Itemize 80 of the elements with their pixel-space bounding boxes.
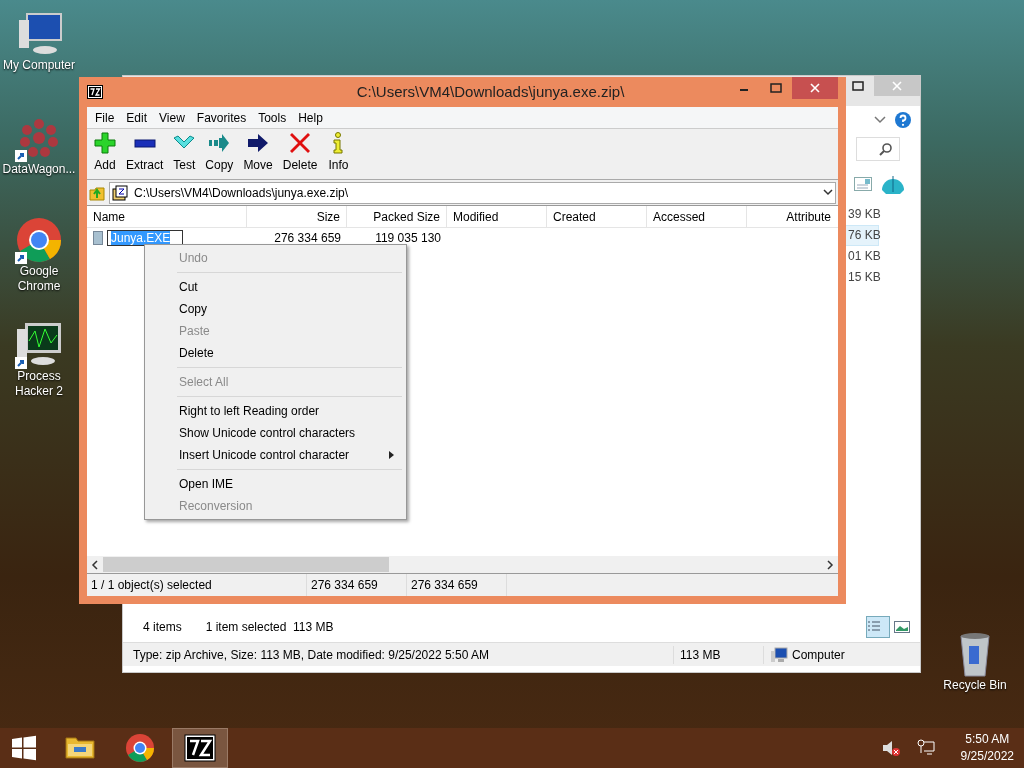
clock[interactable]: 5:50 AM 9/25/2022 — [950, 731, 1024, 765]
taskbar-app-button[interactable] — [172, 728, 228, 768]
context-menu-item[interactable]: Right to left Reading order — [147, 400, 404, 422]
desktop-icon-label[interactable]: Recycle Bin — [943, 678, 1007, 693]
details-text: Type: zip Archive, Size: 113 MB, Date modified: 9/25/2022 5:50 AM — [132, 646, 490, 664]
toolbar-button[interactable]: Copy — [202, 132, 237, 172]
clock-time: 5:50 AM — [964, 731, 1011, 748]
item-count: 4 items — [143, 619, 182, 636]
column-header[interactable]: Accessed — [647, 206, 747, 227]
toolbar-button[interactable]: Move — [240, 132, 276, 172]
desktop-icon-label[interactable]: Google Chrome — [1, 264, 77, 294]
toolbar-button[interactable]: Info — [324, 132, 353, 172]
search-icon — [879, 142, 893, 156]
menu-item[interactable]: Tools — [252, 108, 293, 127]
column-header[interactable]: Attribute — [747, 206, 837, 227]
file-icon — [93, 231, 103, 245]
chrome-shortcut-icon[interactable] — [15, 216, 63, 264]
close-icon — [810, 83, 820, 93]
status-text: 276 334 659 — [307, 574, 407, 596]
speaker-muted-icon[interactable] — [880, 739, 901, 757]
column-header[interactable]: Packed Size — [347, 206, 447, 227]
table-cell-text: 119 035 130 — [374, 230, 442, 247]
scroll-right-icon — [826, 559, 834, 570]
address-field[interactable]: C:\Users\VM4\Downloads\junya.exe.zip\ — [109, 181, 836, 204]
clock-date: 9/25/2022 — [960, 748, 1014, 765]
details-view-icon — [867, 620, 881, 634]
chrome-icon — [124, 732, 156, 764]
table-cell-text: 276 334 659 — [273, 230, 342, 247]
context-menu-item[interactable]: Show Unicode control characters — [147, 422, 404, 444]
menu-item[interactable]: Edit — [120, 108, 154, 127]
chevron-down-icon[interactable] — [823, 188, 833, 197]
folder-up-icon[interactable] — [89, 184, 105, 201]
plus-icon — [94, 132, 116, 154]
context-menu-item[interactable]: Copy — [147, 298, 404, 320]
size-cell-text: 15 KB — [847, 269, 879, 286]
selection-info: 1 item selected 113 MB — [205, 619, 334, 636]
horizontal-scrollbar[interactable] — [87, 556, 838, 573]
toolbar-button[interactable]: Delete — [279, 132, 321, 172]
computer-icon — [770, 646, 788, 663]
menu-item[interactable]: File — [89, 108, 121, 127]
context-menu-item[interactable]: Insert Unicode control character — [147, 444, 404, 466]
windows-logo-icon — [11, 735, 37, 761]
monitor-shortcut-icon[interactable] — [15, 321, 63, 369]
maximize-icon — [770, 83, 782, 93]
size-cell-text: 01 KB — [847, 248, 879, 265]
toolbar-button[interactable]: Extract — [123, 132, 167, 172]
maximize-icon — [852, 81, 864, 91]
x-icon — [289, 132, 312, 154]
close-icon — [892, 81, 902, 91]
arrow-right-icon — [247, 132, 270, 154]
details-size: 113 MB — [673, 645, 763, 664]
scroll-left-icon — [91, 559, 99, 570]
search-field[interactable] — [856, 137, 900, 161]
column-header[interactable]: Modified — [447, 206, 547, 227]
size-cell-text: 39 KB — [847, 206, 879, 223]
status-text: 1 / 1 object(s) selected — [87, 574, 307, 596]
app-logo-icon — [87, 85, 103, 99]
picture-icon — [894, 621, 910, 633]
location-label: Computer — [792, 646, 845, 664]
menu-item[interactable]: Favorites — [190, 108, 253, 127]
context-menu-item[interactable]: Open IME — [147, 473, 404, 495]
desktop-icon-label[interactable]: My Computer — [3, 58, 75, 73]
menu-item[interactable]: View — [153, 108, 191, 127]
archive-icon — [112, 184, 128, 201]
column-header[interactable]: Created — [547, 206, 647, 227]
menu-item[interactable]: Help — [292, 108, 329, 127]
arrow-right-icon — [208, 132, 231, 154]
desktop-icon-label[interactable]: Process Hacker 2 — [1, 369, 77, 399]
context-menu-item[interactable]: Delete — [147, 342, 404, 364]
toolbar-button[interactable]: Add — [91, 132, 119, 172]
toolbar-button[interactable]: Test — [170, 132, 199, 172]
help-icon[interactable] — [894, 111, 912, 129]
app-logo-icon — [184, 732, 216, 764]
desktop-icon-label[interactable]: DataWagon... — [2, 162, 76, 177]
window-title: C:\Users\VM4\Downloads\junya.exe.zip\ — [355, 81, 626, 102]
column-header[interactable]: Name — [87, 206, 247, 227]
network-icon[interactable] — [916, 739, 935, 757]
status-text: 276 334 659 — [407, 574, 507, 596]
column-header[interactable]: Size — [247, 206, 347, 227]
context-menu-item[interactable]: Cut — [147, 276, 404, 298]
